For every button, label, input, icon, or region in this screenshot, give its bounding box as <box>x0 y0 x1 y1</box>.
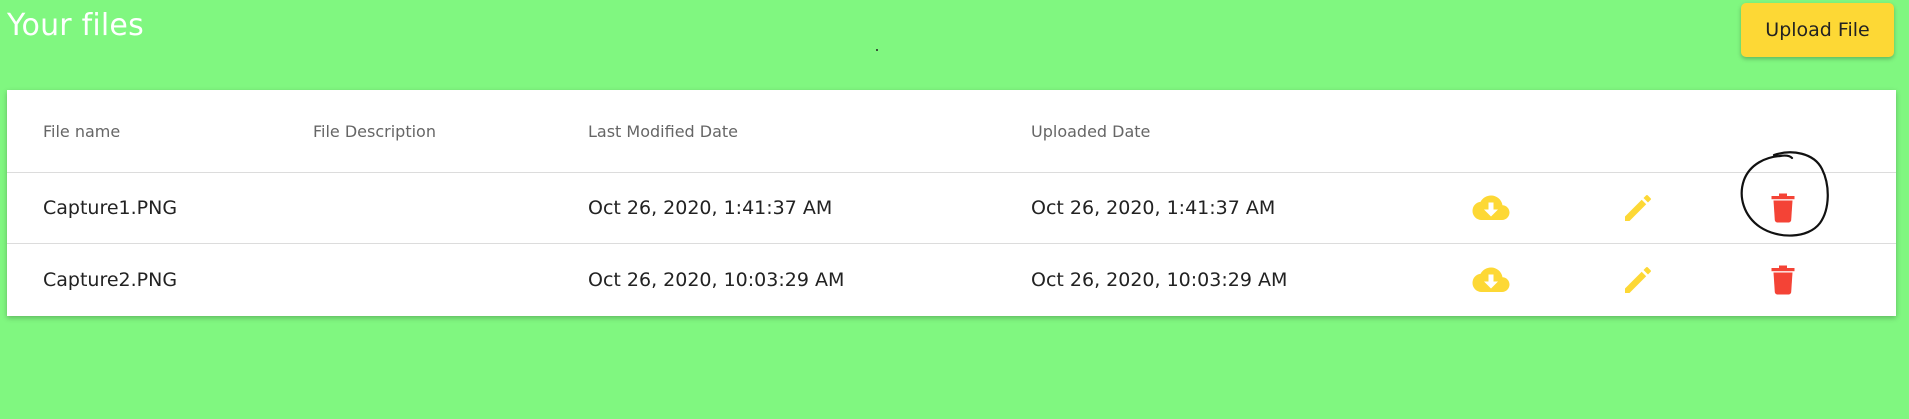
column-header-last-modified-date: Last Modified Date <box>588 121 739 141</box>
last-modified-cell: Oct 26, 2020, 1:41:37 AM <box>588 196 833 219</box>
download-button[interactable] <box>1469 186 1513 230</box>
file-name-cell: Capture2.PNG <box>43 269 178 291</box>
trash-icon <box>1771 193 1795 222</box>
page-title: Your files <box>7 8 144 43</box>
download-button[interactable] <box>1469 258 1513 302</box>
files-table: File name File Description Last Modified… <box>7 90 1896 316</box>
edit-button[interactable] <box>1616 258 1660 302</box>
pencil-icon <box>1625 194 1651 221</box>
table-row: Capture2.PNG Oct 26, 2020, 10:03:29 AM O… <box>7 244 1896 316</box>
stray-dot <box>876 49 878 51</box>
delete-button[interactable] <box>1761 186 1805 230</box>
column-header-uploaded-date: Uploaded Date <box>1031 121 1151 141</box>
cloud-download-icon <box>1472 267 1510 292</box>
file-name-cell: Capture1.PNG <box>43 196 178 219</box>
upload-file-button[interactable]: Upload File <box>1741 3 1894 57</box>
uploaded-date-cell: Oct 26, 2020, 1:41:37 AM <box>1031 196 1276 219</box>
uploaded-date-cell: Oct 26, 2020, 10:03:29 AM <box>1031 269 1288 291</box>
last-modified-cell: Oct 26, 2020, 10:03:29 AM <box>588 269 845 291</box>
table-row: Capture1.PNG Oct 26, 2020, 1:41:37 AM Oc… <box>7 172 1896 244</box>
table-header-row: File name File Description Last Modified… <box>7 90 1896 173</box>
column-header-file-name: File name <box>43 121 121 141</box>
column-header-file-description: File Description <box>313 121 436 141</box>
pencil-icon <box>1625 267 1651 293</box>
edit-button[interactable] <box>1616 186 1660 230</box>
delete-button[interactable] <box>1761 258 1805 302</box>
trash-icon <box>1771 265 1795 295</box>
cloud-download-icon <box>1472 195 1510 220</box>
